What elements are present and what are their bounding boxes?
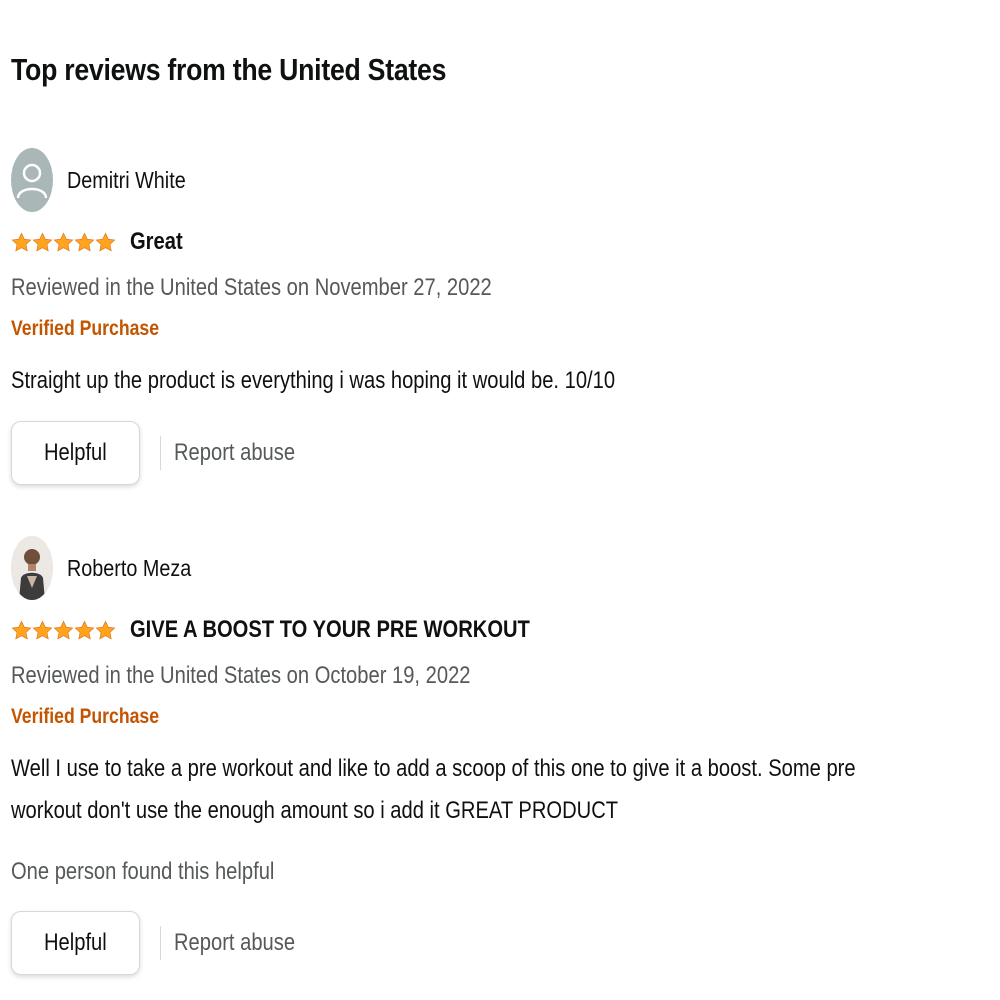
star-icon (32, 619, 53, 639)
star-icon (74, 231, 95, 251)
report-abuse-link[interactable]: Report abuse (174, 929, 295, 957)
star-icon (53, 619, 74, 639)
review-body: Well I use to take a pre workout and lik… (11, 755, 856, 824)
reviewer-profile[interactable]: Demitri White (11, 148, 205, 212)
helpful-button-label: Helpful (44, 929, 107, 956)
review-body: Straight up the product is everything i … (11, 367, 616, 394)
star-icon (11, 231, 32, 251)
section-title: Top reviews from the United States (11, 52, 447, 87)
star-icon (11, 619, 32, 639)
user-photo-avatar (11, 536, 53, 600)
star-icon (74, 619, 95, 639)
review-title[interactable]: GIVE A BOOST TO YOUR PRE WORKOUT (130, 616, 530, 644)
rating-row[interactable]: GIVE A BOOST TO YOUR PRE WORKOUT (11, 612, 606, 648)
reviewer-name: Demitri White (67, 166, 186, 193)
review-actions: Helpful Report abuse (11, 420, 318, 486)
helpful-button-label: Helpful (44, 439, 107, 466)
verified-purchase-badge: Verified Purchase (11, 705, 160, 728)
star-icon (53, 231, 74, 251)
review-date: Reviewed in the United States on October… (11, 662, 471, 689)
review-date: Reviewed in the United States on Novembe… (11, 274, 492, 301)
star-rating (11, 619, 116, 641)
action-divider (160, 926, 161, 960)
rating-row[interactable]: Great (11, 224, 193, 260)
action-divider (160, 436, 161, 470)
star-icon (95, 619, 116, 639)
reviewer-profile[interactable]: Roberto Meza (11, 536, 211, 600)
reviewer-name: Roberto Meza (67, 554, 192, 581)
report-abuse-link[interactable]: Report abuse (174, 439, 295, 467)
helpful-button[interactable]: Helpful (11, 421, 140, 485)
review-actions: Helpful Report abuse (11, 910, 318, 976)
review-title[interactable]: Great (130, 228, 183, 256)
helpful-button[interactable]: Helpful (11, 911, 140, 975)
star-icon (95, 231, 116, 251)
default-avatar-icon (11, 148, 53, 212)
helpful-count-text: One person found this helpful (11, 858, 275, 885)
star-rating (11, 231, 116, 253)
star-icon (32, 231, 53, 251)
verified-purchase-badge: Verified Purchase (11, 317, 160, 340)
